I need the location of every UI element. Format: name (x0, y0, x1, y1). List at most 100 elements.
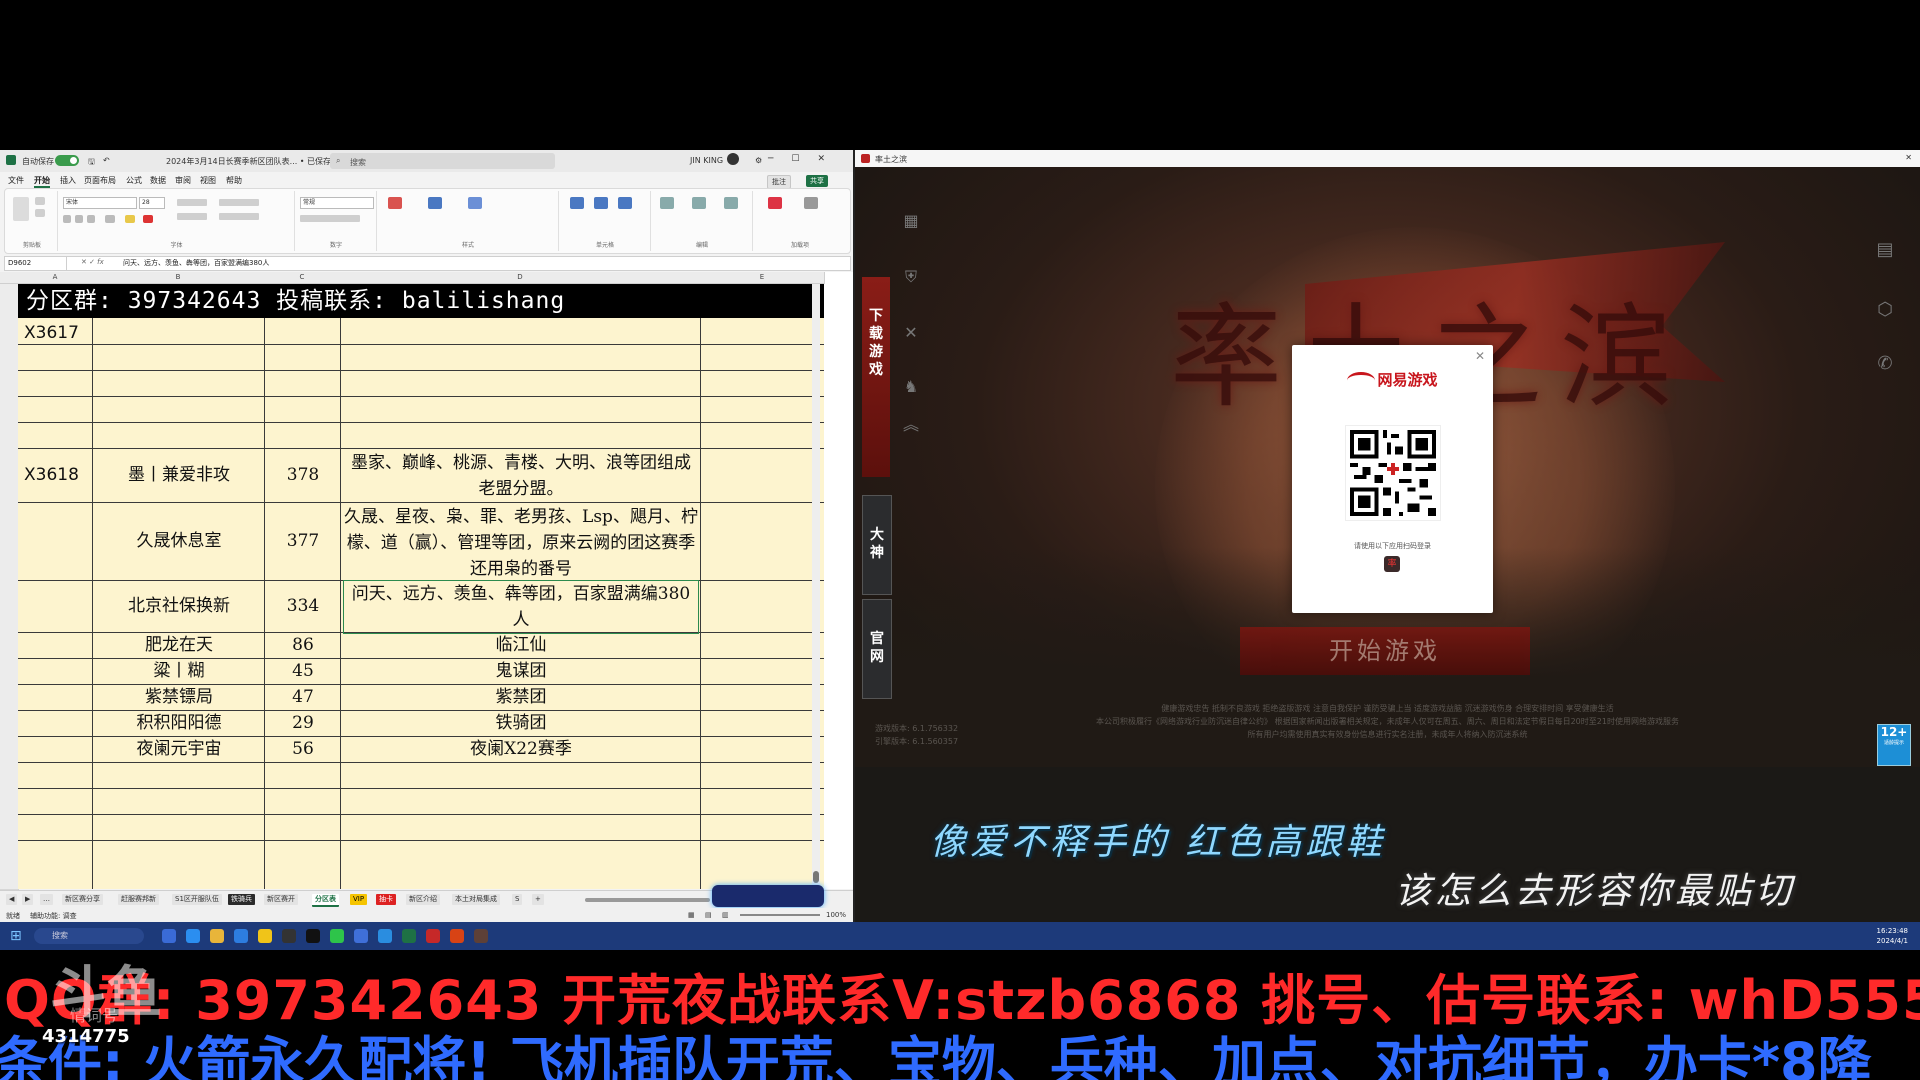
floating-toolbar-widget[interactable] (712, 885, 824, 907)
excel-taskbar-icon[interactable] (402, 929, 416, 943)
horizontal-scrollbar[interactable] (585, 898, 710, 902)
store-icon[interactable] (234, 929, 248, 943)
tab-data[interactable]: 数据 (150, 175, 166, 186)
conditional-format-icon[interactable] (388, 197, 402, 209)
app-icon[interactable] (426, 929, 440, 943)
format-as-table-icon[interactable] (428, 197, 442, 209)
tab-help[interactable]: 帮助 (226, 175, 242, 186)
tab-home[interactable]: 开始 (34, 175, 50, 188)
cell-description[interactable]: 临江仙 (344, 632, 698, 658)
cell-member-count[interactable]: 45 (266, 658, 340, 684)
shield-icon[interactable]: ⛨ (902, 267, 920, 286)
add-sheet-button[interactable]: + (532, 894, 544, 905)
settings-gear-icon[interactable]: ⚙ (755, 156, 762, 165)
sheet-tab-active[interactable]: 分区表 (312, 894, 339, 907)
insert-cells-icon[interactable] (570, 197, 584, 209)
vertical-scrollbar[interactable] (812, 284, 820, 889)
row-header[interactable] (0, 658, 19, 685)
merge-center-button[interactable] (219, 213, 259, 220)
cell-description[interactable]: 墨家、巅峰、桃源、青楼、大明、浪等团组成老盟分盟。 (344, 450, 698, 502)
cell-description[interactable]: 铁骑团 (344, 710, 698, 736)
start-game-button[interactable]: 开始游戏 (1240, 627, 1530, 675)
cell-member-count[interactable]: 377 (266, 528, 340, 554)
sheet-tab[interactable]: S (512, 894, 523, 905)
cell-member-count[interactable]: 86 (266, 632, 340, 658)
taskbar-search[interactable]: 搜索 (34, 928, 144, 944)
formula-input[interactable]: 问天、远方、羡鱼、犇等团，百家盟满编380人 (123, 258, 269, 268)
close-icon[interactable]: ✕ (1905, 153, 1912, 162)
app-icon[interactable] (378, 929, 392, 943)
tab-file[interactable]: 文件 (8, 175, 24, 186)
avatar[interactable] (727, 153, 739, 165)
cell-styles-icon[interactable] (468, 197, 482, 209)
format-cells-icon[interactable] (618, 197, 632, 209)
file-explorer-icon[interactable] (210, 929, 224, 943)
fill-color-icon[interactable] (125, 215, 135, 223)
align-left-icon[interactable] (177, 213, 207, 220)
row-header[interactable] (0, 284, 19, 319)
official-site-tab[interactable]: 官网 (862, 599, 892, 699)
dialog-close-icon[interactable]: ✕ (1475, 349, 1485, 363)
column-header-a[interactable]: A (18, 272, 93, 284)
row-header[interactable] (0, 684, 19, 711)
addins-icon[interactable] (768, 197, 782, 209)
qr-scan-icon[interactable]: ▦ (902, 211, 920, 230)
select-all-corner[interactable] (0, 272, 19, 284)
horse-icon[interactable]: ♞ (902, 377, 920, 396)
sheet-tab[interactable]: VIP (350, 894, 368, 905)
column-header-b[interactable]: B (92, 272, 265, 284)
sheet-tab[interactable]: 新区介绍 (406, 894, 440, 905)
cell-member-count[interactable]: 56 (266, 736, 340, 762)
row-header[interactable] (0, 762, 19, 789)
autosave-toggle[interactable] (55, 155, 79, 166)
spreadsheet-grid[interactable]: A B C D E 分区群: 397342643 投稿联系: balilisha… (0, 272, 853, 890)
tab-formulas[interactable]: 公式 (126, 175, 142, 186)
cell-alliance-name[interactable]: 积积阳阳德 (94, 710, 264, 736)
chevron-up-icon[interactable]: ︽ (902, 411, 920, 434)
font-name-select[interactable]: 宋体 (63, 197, 137, 209)
chrome-icon[interactable] (258, 929, 272, 943)
cell-alliance-name[interactable]: 墨丨兼爱非攻 (94, 462, 264, 488)
row-header[interactable] (0, 788, 19, 815)
cell-member-count[interactable]: 334 (266, 593, 340, 619)
edge-icon[interactable] (186, 929, 200, 943)
taskview-icon[interactable] (162, 929, 176, 943)
sheet-tab[interactable]: 抽卡 (376, 894, 396, 905)
copy-icon[interactable] (35, 209, 45, 217)
font-size-select[interactable]: 28 (139, 197, 165, 209)
cell-member-count[interactable]: 47 (266, 684, 340, 710)
row-header[interactable] (0, 396, 19, 423)
tab-review[interactable]: 审阅 (175, 175, 191, 186)
column-header-e[interactable]: E (700, 272, 825, 284)
cell-server-id[interactable]: X3617 (24, 320, 90, 346)
sheet-tab[interactable]: 赶服赛邦新 (118, 894, 159, 905)
autosum-icon[interactable] (660, 197, 674, 209)
view-pagebreak-icon[interactable]: ▥ (722, 911, 729, 919)
obs-icon[interactable] (282, 929, 296, 943)
cell-description[interactable]: 夜阑X22赛季 (344, 736, 698, 762)
column-header-c[interactable]: C (264, 272, 341, 284)
view-normal-icon[interactable]: ▦ (688, 911, 695, 919)
download-game-tab[interactable]: 下载游戏 (862, 277, 890, 477)
tab-view[interactable]: 视图 (200, 175, 216, 186)
italic-icon[interactable] (75, 215, 83, 223)
sheet-body[interactable]: 分区群: 397342643 投稿联系: balilishang X3617 X… (18, 284, 824, 889)
game-taskbar-icon[interactable] (474, 929, 488, 943)
game-app-icon[interactable]: 率 (1384, 556, 1400, 572)
sheet-tab[interactable]: 本土对局集成 (452, 894, 500, 905)
cell-member-count[interactable]: 378 (266, 462, 340, 488)
cell-alliance-name[interactable]: 久晟休息室 (94, 528, 264, 554)
window-controls[interactable]: ─☐✕ (768, 154, 843, 164)
system-clock[interactable]: 16:23:48 2024/4/1 (1877, 926, 1908, 946)
notes-icon[interactable]: ▤ (1873, 239, 1897, 263)
sheet-tab[interactable]: 新区赛开 (264, 894, 298, 905)
delete-cells-icon[interactable] (594, 197, 608, 209)
sheet-tab[interactable]: S1区开服队伍 (172, 894, 222, 905)
accessibility-status[interactable]: 辅助功能: 调查 (30, 911, 77, 921)
row-header[interactable] (0, 448, 19, 503)
paste-icon[interactable] (13, 197, 29, 221)
wrap-text-button[interactable] (219, 199, 259, 206)
scroll-thumb[interactable] (813, 871, 819, 883)
font-color-icon[interactable] (143, 215, 153, 223)
find-select-icon[interactable] (724, 197, 738, 209)
